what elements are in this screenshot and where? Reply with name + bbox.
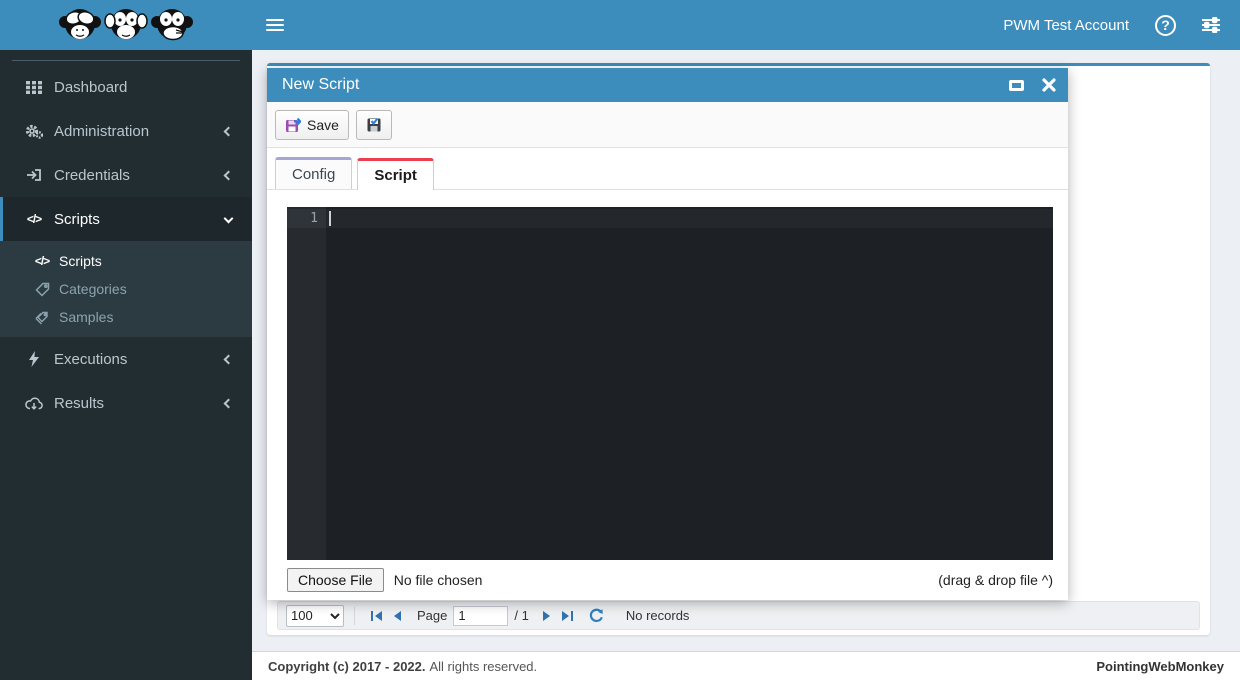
sidebar-item-label: Results: [54, 395, 104, 412]
settings-sliders-icon[interactable]: [1202, 17, 1220, 33]
tab-script[interactable]: Script: [357, 158, 434, 190]
save-check-floppy-icon: [366, 117, 382, 133]
submenu-item-samples[interactable]: Samples: [0, 303, 252, 331]
sidebar: Dashboard Administration Credentials: [0, 0, 252, 680]
bolt-icon: [22, 351, 46, 367]
brand-name: PointingWebMonkey: [1096, 659, 1224, 674]
chevron-left-icon: [224, 170, 234, 180]
maximize-icon[interactable]: [1009, 80, 1024, 91]
save-button[interactable]: Save: [275, 110, 349, 140]
gears-icon: [22, 123, 46, 139]
chevron-left-icon: [224, 126, 234, 136]
chevron-left-icon: [224, 354, 234, 364]
hamburger-menu-icon[interactable]: [266, 16, 284, 34]
first-page-button[interactable]: [370, 610, 383, 622]
sidebar-item-label: Executions: [54, 351, 127, 368]
grid-pager: 100 Page / 1 No: [277, 601, 1200, 630]
speak-no-evil-monkey-icon: [150, 5, 194, 45]
sign-in-icon: [22, 167, 46, 183]
editor-text-area[interactable]: [326, 207, 1053, 560]
submenu-item-label: Samples: [59, 309, 113, 325]
page-size-select[interactable]: 100: [286, 605, 344, 627]
footer: Copyright (c) 2017 - 2022. All rights re…: [252, 651, 1240, 680]
save-check-button[interactable]: [356, 110, 392, 140]
logo[interactable]: [0, 0, 252, 50]
editor-caret: [329, 211, 331, 226]
sidebar-item-label: Dashboard: [54, 79, 127, 96]
tag-icon: [32, 282, 52, 297]
modal-header[interactable]: New Script: [267, 68, 1068, 102]
sidebar-item-label: Administration: [54, 123, 149, 140]
rights-text: All rights reserved.: [430, 659, 538, 674]
chevron-left-icon: [224, 398, 234, 408]
tab-config[interactable]: Config: [275, 157, 352, 189]
save-floppy-icon: [285, 117, 301, 133]
page-label: Page: [417, 608, 447, 623]
choose-file-button[interactable]: Choose File: [287, 568, 384, 592]
help-icon[interactable]: ?: [1155, 15, 1176, 36]
sidebar-item-executions[interactable]: Executions: [0, 337, 252, 381]
sidebar-item-scripts[interactable]: </> Scripts: [0, 197, 252, 241]
page-total: / 1: [514, 608, 528, 623]
file-chosen-status: No file chosen: [394, 572, 483, 588]
code-icon: </>: [22, 212, 46, 226]
editor-gutter: 1: [287, 207, 326, 560]
records-status: No records: [626, 608, 690, 623]
tab-label: Config: [292, 166, 335, 183]
last-page-button[interactable]: [561, 610, 574, 622]
refresh-icon[interactable]: [589, 608, 604, 623]
modal-toolbar: Save: [267, 102, 1068, 148]
drag-drop-hint: (drag & drop file ^): [938, 572, 1053, 588]
sidebar-item-label: Scripts: [54, 211, 100, 228]
submenu-item-label: Categories: [59, 281, 127, 297]
file-upload-row: Choose File No file chosen (drag & drop …: [287, 568, 1053, 592]
copyright-text: Copyright (c) 2017 - 2022.: [268, 659, 426, 674]
top-navbar: PWM Test Account ?: [252, 0, 1240, 50]
sidebar-item-administration[interactable]: Administration: [0, 109, 252, 153]
scripts-submenu: </> Scripts Categories Samples: [0, 241, 252, 337]
sidebar-item-results[interactable]: Results: [0, 381, 252, 425]
hear-no-evil-monkey-icon: [104, 5, 148, 45]
script-code-editor[interactable]: 1: [287, 207, 1053, 560]
new-script-modal: New Script Save: [267, 68, 1068, 600]
chevron-down-icon: [224, 214, 234, 224]
close-icon[interactable]: [1042, 78, 1056, 92]
code-icon: </>: [32, 254, 52, 268]
submenu-item-scripts[interactable]: </> Scripts: [0, 247, 252, 275]
modal-title: New Script: [282, 76, 359, 94]
see-no-evil-monkey-icon: [58, 5, 102, 45]
sidebar-divider: [12, 60, 240, 61]
cloud-download-icon: [22, 396, 46, 411]
page-number-input[interactable]: [453, 606, 508, 626]
grid-icon: [22, 79, 46, 95]
sidebar-item-dashboard[interactable]: Dashboard: [0, 65, 252, 109]
prev-page-button[interactable]: [393, 610, 402, 622]
sidebar-item-label: Credentials: [54, 167, 130, 184]
next-page-button[interactable]: [542, 610, 551, 622]
active-line-highlight: [326, 209, 1053, 228]
account-menu[interactable]: PWM Test Account: [1003, 17, 1129, 34]
sidebar-item-credentials[interactable]: Credentials: [0, 153, 252, 197]
save-button-label: Save: [307, 117, 339, 133]
tab-label: Script: [374, 167, 417, 184]
submenu-item-categories[interactable]: Categories: [0, 275, 252, 303]
submenu-item-label: Scripts: [59, 253, 102, 269]
modal-tabs: Config Script: [267, 148, 1068, 190]
app-window: Dashboard Administration Credentials: [0, 0, 1240, 680]
tags-icon: [32, 310, 52, 325]
line-number: 1: [287, 209, 326, 228]
